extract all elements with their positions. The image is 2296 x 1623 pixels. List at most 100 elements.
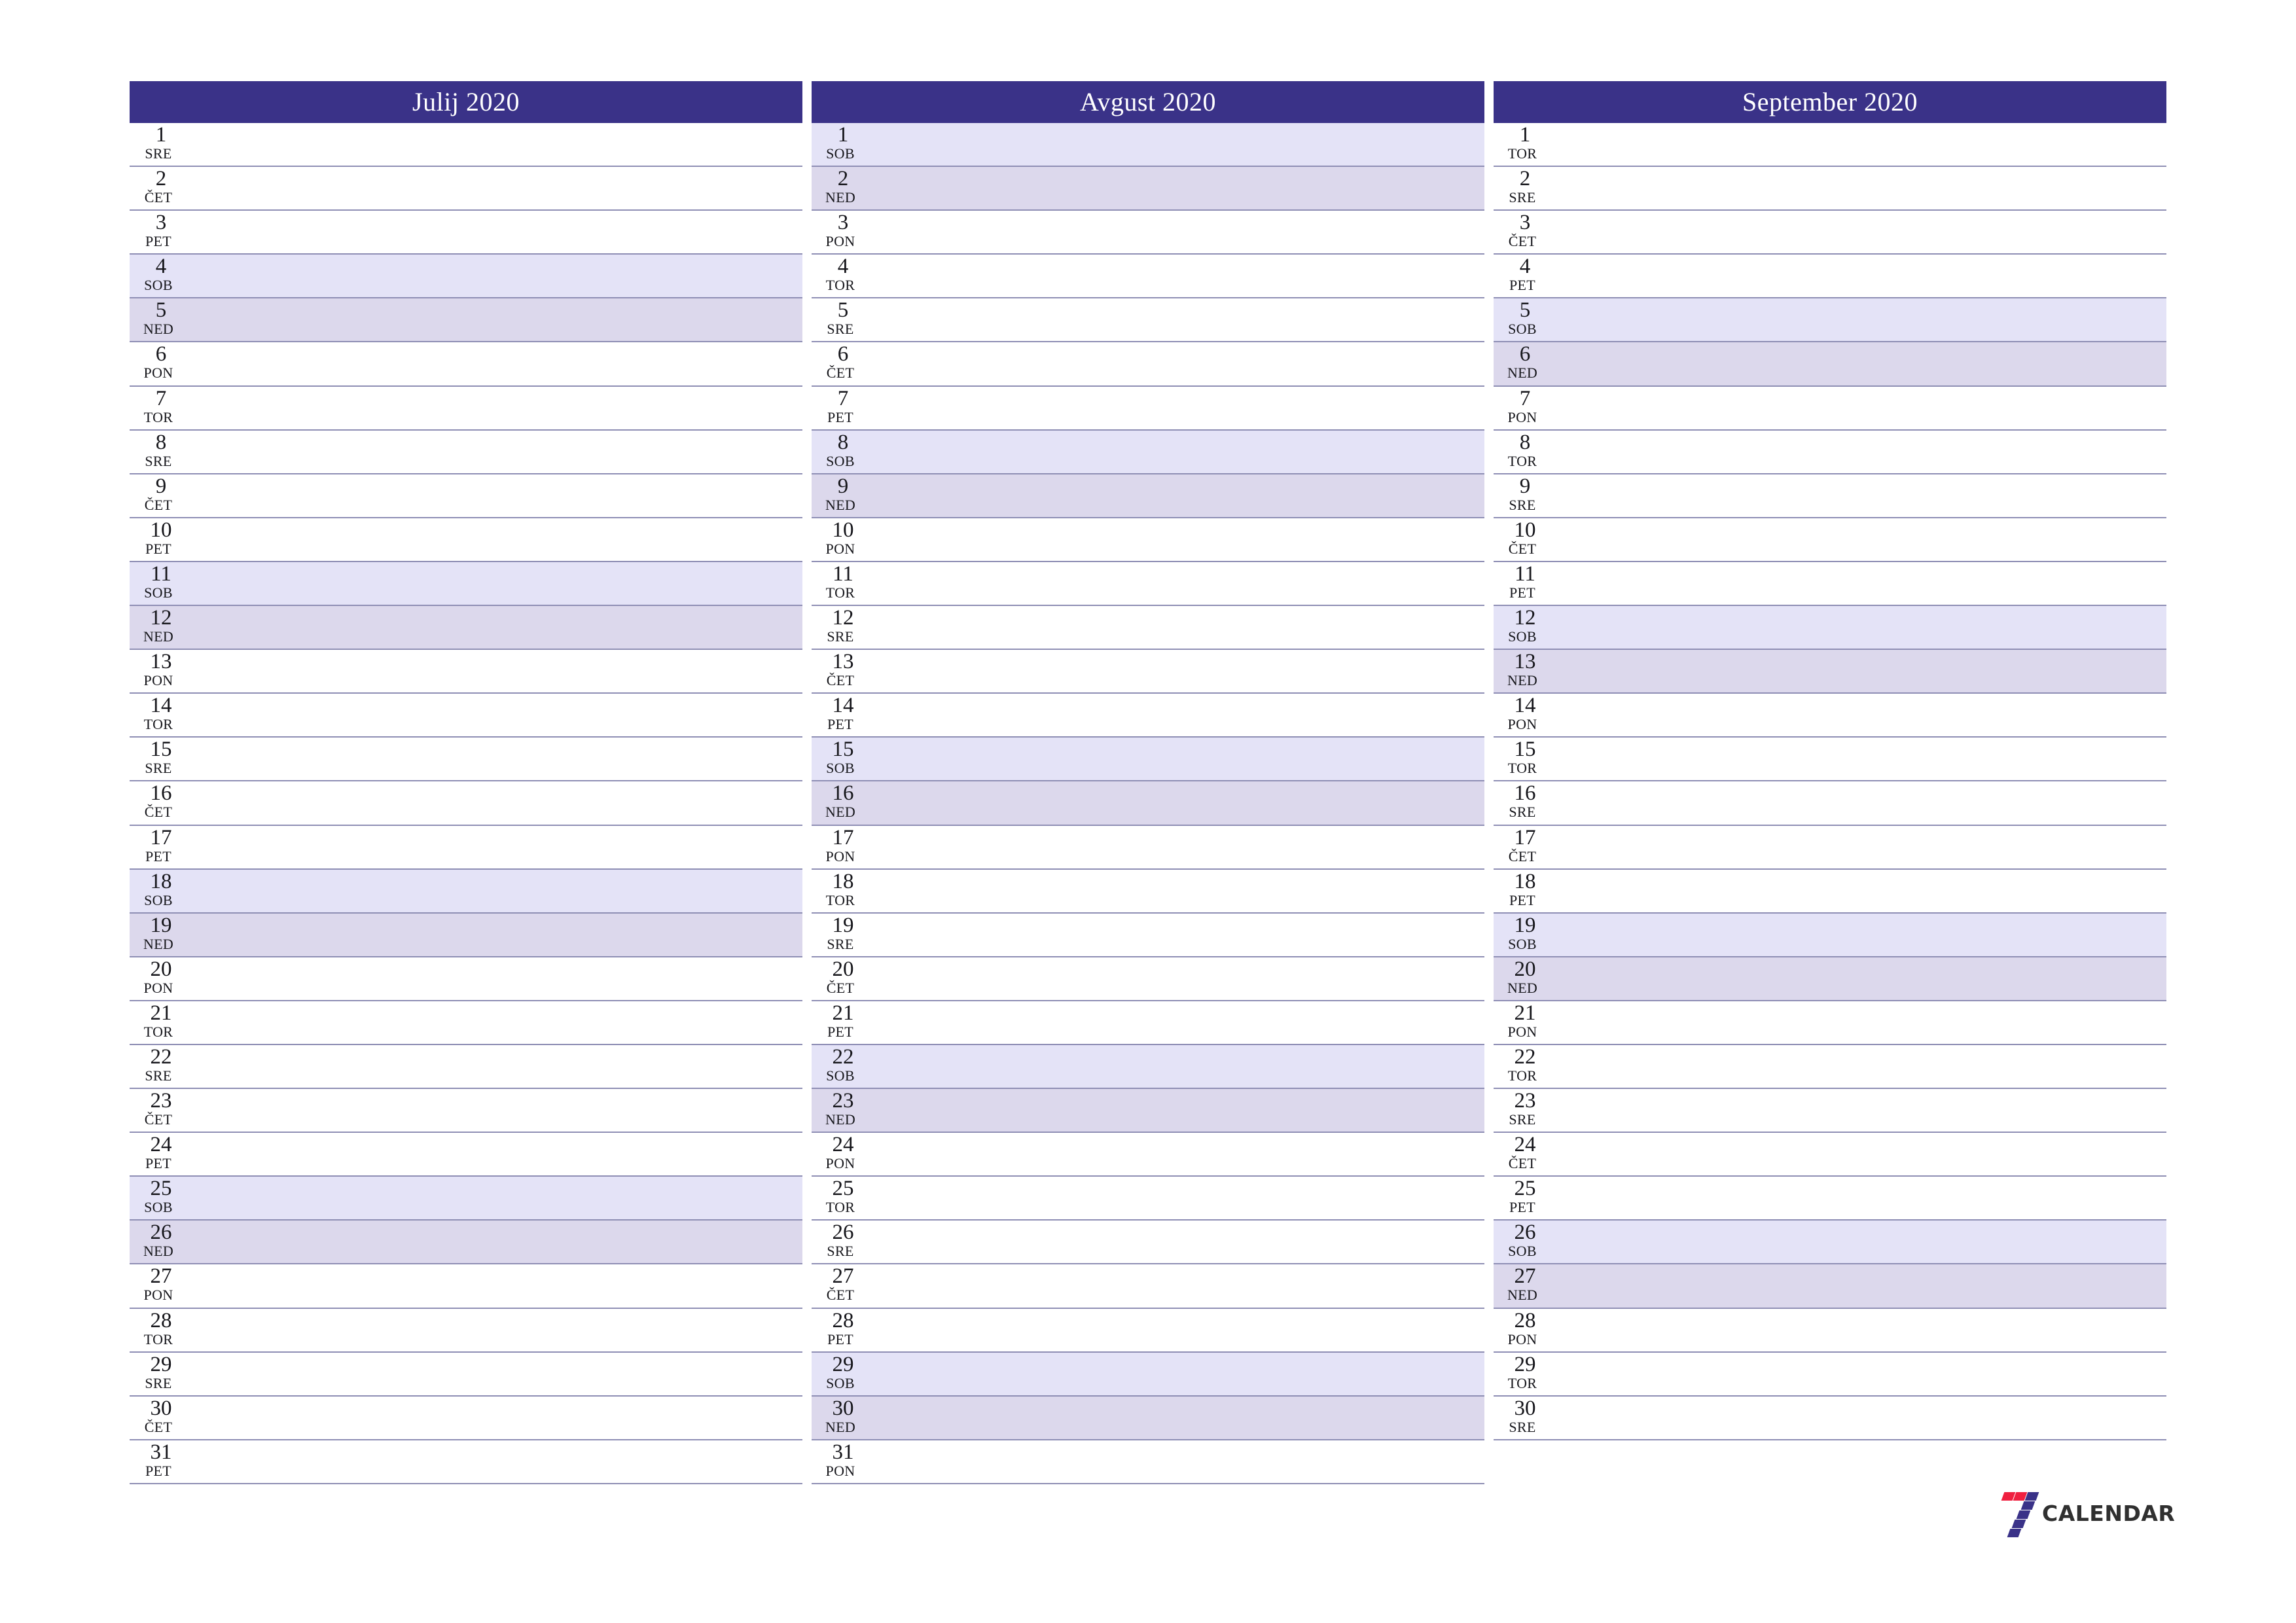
day-note-area[interactable] [190,738,802,780]
day-row[interactable]: 25 SOB [130,1177,802,1221]
day-note-area[interactable] [1554,1045,2166,1088]
day-note-area[interactable] [1554,211,2166,253]
day-note-area[interactable] [190,298,802,341]
day-row[interactable]: 13 PON [130,650,802,694]
day-note-area[interactable] [190,1177,802,1219]
day-row[interactable]: 4 SOB [130,255,802,299]
seven-calendar-logo[interactable]: CALENDAR [1998,1489,2175,1537]
day-row[interactable]: 13 NED [1494,650,2166,694]
day-row[interactable]: 27 NED [1494,1264,2166,1309]
day-note-area[interactable] [190,167,802,209]
day-row[interactable]: 11 PET [1494,562,2166,607]
day-row[interactable]: 20 PON [130,957,802,1001]
day-note-area[interactable] [872,694,1484,736]
day-note-area[interactable] [872,1353,1484,1395]
day-row[interactable]: 7 TOR [130,386,802,431]
day-row[interactable]: 28 TOR [130,1308,802,1353]
day-note-area[interactable] [1554,387,2166,429]
day-row[interactable]: 9 ČET [130,474,802,518]
day-row[interactable]: 23 NED [812,1089,1484,1133]
day-row[interactable]: 10 ČET [1494,518,2166,562]
day-row[interactable]: 10 PON [812,518,1484,562]
day-row[interactable]: 26 SOB [1494,1221,2166,1265]
day-row[interactable]: 14 TOR [130,694,802,738]
day-row[interactable]: 3 ČET [1494,211,2166,255]
day-note-area[interactable] [1554,694,2166,736]
day-note-area[interactable] [872,826,1484,868]
day-note-area[interactable] [190,781,802,824]
day-row[interactable]: 6 PON [130,342,802,387]
day-row[interactable]: 9 SRE [1494,474,2166,518]
day-note-area[interactable] [872,1397,1484,1439]
day-note-area[interactable] [872,298,1484,341]
day-row[interactable]: 18 TOR [812,869,1484,914]
day-note-area[interactable] [1554,474,2166,517]
day-row[interactable]: 12 SRE [812,606,1484,651]
day-row[interactable]: 6 ČET [812,342,1484,387]
day-row[interactable]: 27 ČET [812,1264,1484,1309]
day-row[interactable]: 24 PET [130,1133,802,1177]
day-note-area[interactable] [1554,342,2166,385]
day-row[interactable]: 2 NED [812,167,1484,211]
day-note-area[interactable] [190,1353,802,1395]
day-note-area[interactable] [190,387,802,429]
day-note-area[interactable] [872,1264,1484,1307]
day-row[interactable]: 29 TOR [1494,1352,2166,1397]
day-row[interactable]: 10 PET [130,518,802,562]
day-note-area[interactable] [1554,123,2166,166]
day-note-area[interactable] [872,387,1484,429]
day-note-area[interactable] [872,957,1484,1000]
day-note-area[interactable] [872,167,1484,209]
day-row[interactable]: 30 ČET [130,1396,802,1440]
day-note-area[interactable] [1554,431,2166,473]
day-note-area[interactable] [872,1001,1484,1044]
day-row[interactable]: 1 SOB [812,123,1484,168]
day-note-area[interactable] [190,123,802,166]
day-note-area[interactable] [1554,1177,2166,1219]
day-row[interactable]: 22 SRE [130,1044,802,1090]
day-row[interactable]: 12 SOB [1494,606,2166,651]
day-note-area[interactable] [190,211,802,253]
day-row[interactable]: 22 TOR [1494,1044,2166,1090]
day-row[interactable]: 30 SRE [1494,1396,2166,1440]
day-note-area[interactable] [872,211,1484,253]
day-row[interactable]: 9 NED [812,474,1484,518]
day-note-area[interactable] [190,1221,802,1263]
day-note-area[interactable] [190,870,802,912]
day-note-area[interactable] [1554,870,2166,912]
day-row[interactable]: 23 SRE [1494,1089,2166,1133]
day-row[interactable]: 13 ČET [812,650,1484,694]
day-note-area[interactable] [872,650,1484,692]
day-note-area[interactable] [872,342,1484,385]
day-note-area[interactable] [1554,781,2166,824]
day-row[interactable]: 28 PET [812,1308,1484,1353]
day-note-area[interactable] [1554,1309,2166,1351]
day-note-area[interactable] [1554,1221,2166,1263]
day-note-area[interactable] [190,518,802,561]
day-row[interactable]: 24 PON [812,1133,1484,1177]
day-row[interactable]: 8 TOR [1494,430,2166,474]
day-note-area[interactable] [1554,255,2166,297]
day-row[interactable]: 7 PON [1494,386,2166,431]
day-row[interactable]: 4 PET [1494,255,2166,299]
day-row[interactable]: 29 SOB [812,1352,1484,1397]
day-note-area[interactable] [872,1440,1484,1483]
day-note-area[interactable] [190,826,802,868]
day-row[interactable]: 14 PON [1494,694,2166,738]
day-row[interactable]: 5 SRE [812,298,1484,343]
day-note-area[interactable] [872,431,1484,473]
day-note-area[interactable] [872,1309,1484,1351]
day-row[interactable]: 1 SRE [130,123,802,168]
day-note-area[interactable] [1554,1001,2166,1044]
day-row[interactable]: 21 TOR [130,1001,802,1045]
day-row[interactable]: 27 PON [130,1264,802,1309]
day-note-area[interactable] [1554,167,2166,209]
day-row[interactable]: 16 SRE [1494,781,2166,826]
day-note-area[interactable] [190,1309,802,1351]
day-row[interactable]: 1 TOR [1494,123,2166,168]
day-row[interactable]: 8 SRE [130,430,802,474]
day-row[interactable]: 17 PON [812,825,1484,870]
day-note-area[interactable] [872,781,1484,824]
day-row[interactable]: 8 SOB [812,430,1484,474]
day-row[interactable]: 17 ČET [1494,825,2166,870]
